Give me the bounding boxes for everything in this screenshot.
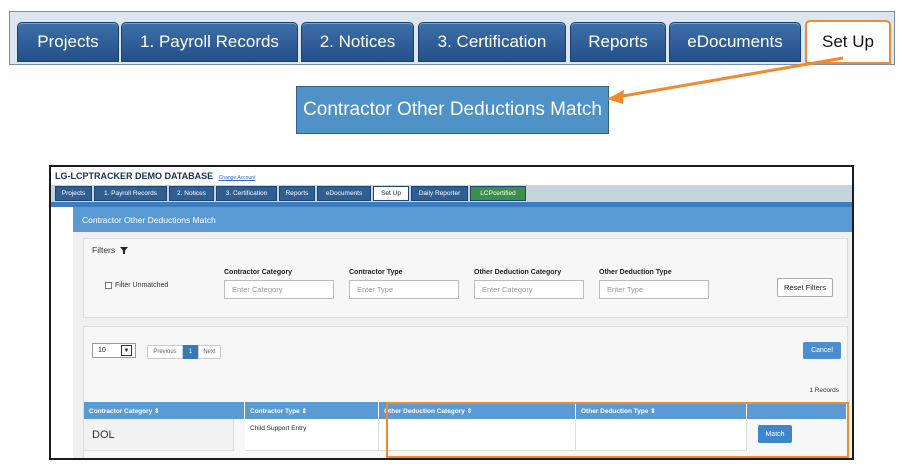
tab-notices[interactable]: 2. Notices: [301, 22, 414, 62]
tab-payroll-records[interactable]: 1. Payroll Records: [121, 22, 298, 62]
tab-certification[interactable]: 3. Certification: [418, 22, 566, 62]
page-size-value: 10: [98, 347, 106, 354]
filters-label: Filters: [92, 245, 116, 255]
cell-contractor-type: Child Support Entry: [245, 419, 379, 451]
chevron-down-icon[interactable]: ▼: [121, 345, 132, 356]
app-tab-reports[interactable]: Reports: [279, 186, 315, 201]
app-tab-set-up[interactable]: Set Up: [373, 186, 409, 201]
other-deduction-category-label: Other Deduction Category: [474, 269, 562, 276]
app-screenshot: LG-LCPTRACKER DEMO DATABASE Change Accou…: [49, 165, 854, 460]
database-name: LG-LCPTRACKER DEMO DATABASE: [55, 171, 214, 181]
previous-page-button[interactable]: Previous: [147, 345, 183, 359]
tab-set-up[interactable]: Set Up: [805, 20, 891, 64]
filter-icon: [119, 247, 128, 255]
contractor-type-label: Contractor Type: [349, 269, 403, 276]
main-tab-bar: Projects 1. Payroll Records 2. Notices 3…: [9, 11, 895, 65]
app-tab-notices[interactable]: 2. Notices: [169, 186, 214, 201]
cell-contractor-category: DOL: [84, 419, 234, 451]
change-account-link[interactable]: Change Account: [219, 175, 256, 181]
app-tab-projects[interactable]: Projects: [55, 186, 92, 201]
column-header-contractor-category[interactable]: Contractor Category ⇕: [84, 402, 245, 419]
database-title: LG-LCPTRACKER DEMO DATABASE Change Accou…: [55, 171, 255, 181]
filter-unmatched-label: Filter Unmatched: [115, 282, 169, 289]
app-tab-bar: Projects 1. Payroll Records 2. Notices 3…: [51, 185, 852, 202]
tab-projects[interactable]: Projects: [17, 22, 119, 62]
other-deduction-category-input[interactable]: Enter Category: [474, 280, 584, 299]
checkbox-box[interactable]: [105, 282, 112, 289]
other-deduction-type-input[interactable]: Enter Type: [599, 280, 709, 299]
app-tab-edocuments[interactable]: eDocuments: [317, 186, 371, 201]
page-title: Contractor Other Deductions Match: [73, 207, 852, 232]
callout-menu-item[interactable]: Contractor Other Deductions Match: [296, 86, 609, 134]
contractor-category-input[interactable]: Enter Category: [224, 280, 334, 299]
filter-unmatched-checkbox[interactable]: Filter Unmatched: [105, 282, 168, 289]
app-tab-lcpcertified[interactable]: LCPcertified: [470, 186, 526, 201]
app-tab-daily-reporter[interactable]: Daily Reporter: [411, 186, 468, 201]
contractor-category-label: Contractor Category: [224, 269, 293, 276]
next-page-button[interactable]: Next: [198, 345, 221, 359]
app-tab-certification[interactable]: 3. Certification: [216, 186, 277, 201]
filters-section: Filters Filter Unmatched Contractor Cate…: [83, 238, 848, 318]
records-count: 1 Records: [809, 387, 839, 394]
contractor-type-input[interactable]: Enter Type: [349, 280, 459, 299]
app-tab-payroll-records[interactable]: 1. Payroll Records: [94, 186, 167, 201]
current-page-button[interactable]: 1: [183, 345, 198, 359]
column-header-contractor-type[interactable]: Contractor Type ⇕: [245, 402, 379, 419]
filters-title: Filters: [92, 245, 128, 255]
tab-reports[interactable]: Reports: [570, 22, 666, 62]
other-deduction-type-label: Other Deduction Type: [599, 269, 672, 276]
reset-filters-button[interactable]: Reset Filters: [777, 278, 833, 297]
highlight-box: [386, 402, 849, 458]
tab-edocuments[interactable]: eDocuments: [669, 22, 801, 62]
page-size-select[interactable]: 10 ▼: [92, 343, 136, 358]
cancel-button[interactable]: Cancel: [803, 342, 841, 359]
